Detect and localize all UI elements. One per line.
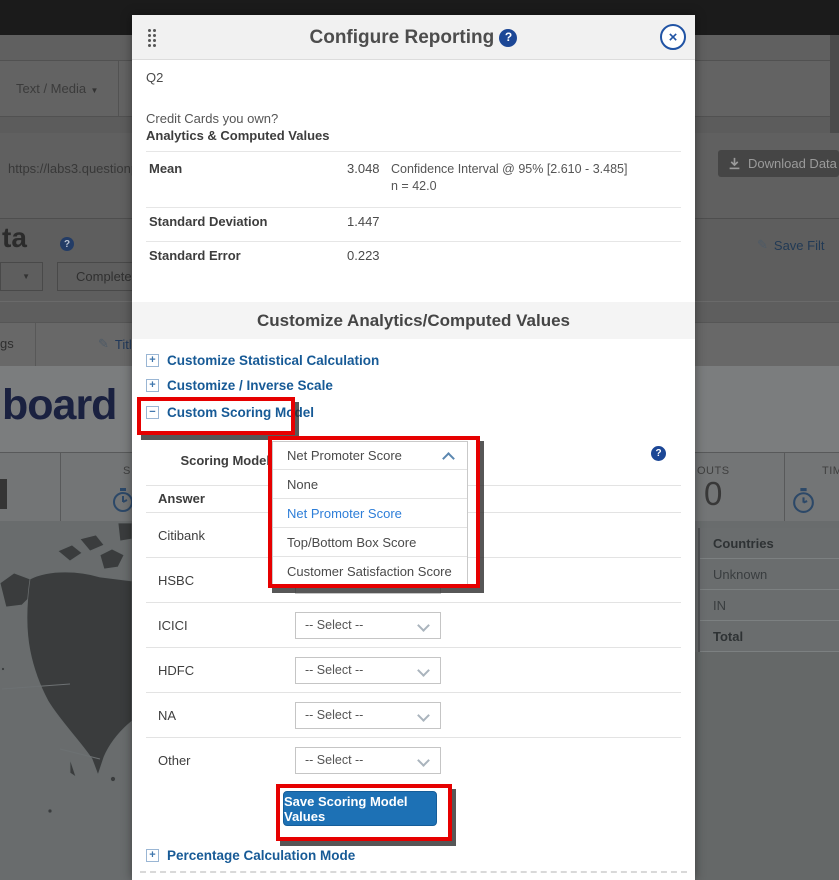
expander-statistical-calculation[interactable]: + Customize Statistical Calculation	[146, 353, 379, 368]
completed-label: Completed	[76, 269, 139, 284]
expander-inverse-scale[interactable]: + Customize / Inverse Scale	[146, 378, 333, 393]
scoring-model-dropdown: Net Promoter Score None Net Promoter Sco…	[272, 441, 468, 586]
stat-value-truncated	[0, 479, 7, 509]
stopwatch-icon	[790, 487, 817, 514]
modal-header: Configure Reporting ? ×	[132, 15, 695, 60]
started-label-truncated: S	[123, 465, 131, 477]
tab-settings-truncated[interactable]: gs	[0, 336, 14, 351]
tab-divider	[35, 323, 36, 366]
countries-header: Countries	[700, 528, 839, 559]
save-filter-label: Save Filt	[774, 238, 825, 253]
answer-label: ICICI	[146, 618, 295, 633]
answer-row-na: NA -- Select --	[146, 693, 681, 738]
divider	[146, 151, 681, 152]
selected-value: Net Promoter Score	[287, 448, 402, 463]
expander-custom-scoring-model[interactable]: − Custom Scoring Model	[146, 405, 314, 420]
close-icon[interactable]: ×	[660, 24, 686, 50]
score-select-icici[interactable]: -- Select --	[295, 612, 441, 639]
answer-row-other: Other -- Select --	[146, 738, 681, 782]
stat-value: 3.048	[347, 161, 383, 195]
save-scoring-model-button[interactable]: Save Scoring Model Values	[283, 791, 437, 826]
countries-panel: Countries Unknown IN Total	[698, 528, 839, 652]
stat-box-divider	[784, 453, 785, 521]
dashed-divider	[140, 871, 687, 873]
download-data-label: Download Data	[748, 156, 837, 171]
questionpro-dashboard: Text / Media ▼ https://labs3.questionpro…	[0, 0, 839, 880]
dropouts-value: 0	[704, 475, 722, 513]
expander-label: Customize / Inverse Scale	[167, 378, 333, 393]
score-select-na[interactable]: -- Select --	[295, 702, 441, 729]
scoring-model-select[interactable]: Net Promoter Score	[273, 442, 467, 469]
question-code: Q2	[146, 70, 163, 85]
countries-total-row: Total	[700, 621, 839, 652]
stat-label: Standard Deviation	[149, 214, 339, 229]
stat-label: Standard Error	[149, 248, 339, 263]
caret-down-icon: ▼	[91, 86, 99, 95]
dashboard-heading-truncated: board	[2, 381, 116, 430]
stat-note: Confidence Interval @ 95% [2.610 - 3.485…	[391, 161, 681, 195]
data-heading-truncated: ta	[2, 222, 27, 254]
answer-row-icici: ICICI -- Select --	[146, 603, 681, 648]
stat-label: Mean	[149, 161, 339, 195]
stat-value: 1.447	[347, 214, 383, 229]
drag-handle-icon[interactable]	[148, 29, 156, 47]
option-none[interactable]: None	[273, 469, 467, 498]
world-map	[0, 521, 132, 880]
country-row: Unknown	[700, 559, 839, 590]
scoring-model-label: Scoring Model	[162, 453, 270, 468]
stat-row: Standard Deviation 1.447	[146, 208, 681, 242]
option-customer-satisfaction-score[interactable]: Customer Satisfaction Score	[273, 556, 467, 585]
expander-label: Percentage Calculation Mode	[167, 848, 355, 863]
help-icon[interactable]: ?	[60, 237, 74, 251]
time-label-truncated: TIM	[822, 465, 839, 477]
backdrop-area	[695, 652, 839, 880]
chevron-up-icon	[442, 452, 455, 465]
option-net-promoter-score[interactable]: Net Promoter Score	[273, 498, 467, 527]
filter-dropdown[interactable]: ▼	[0, 262, 43, 291]
stat-row: Standard Error 0.223	[146, 242, 681, 275]
scrollbar[interactable]	[830, 35, 839, 133]
answer-row-hdfc: HDFC -- Select --	[146, 648, 681, 693]
download-data-button[interactable]: Download Data	[718, 150, 839, 177]
pencil-icon: ✎	[757, 237, 768, 253]
pencil-icon: ✎	[98, 336, 109, 352]
collapse-minus-icon: −	[146, 406, 159, 419]
expand-plus-icon: +	[146, 354, 159, 367]
chevron-down-icon	[417, 619, 430, 632]
stat-value: 0.223	[347, 248, 383, 263]
chevron-down-icon	[417, 754, 430, 767]
expander-label: Custom Scoring Model	[167, 405, 314, 420]
text-media-menu[interactable]: Text / Media ▼	[16, 80, 98, 98]
score-select-other[interactable]: -- Select --	[295, 747, 441, 774]
stat-box-divider	[60, 453, 61, 521]
customize-section-header: Customize Analytics/Computed Values	[132, 302, 695, 339]
analytics-values-header: Analytics & Computed Values	[146, 128, 330, 143]
expander-label: Customize Statistical Calculation	[167, 353, 379, 368]
score-select-hdfc[interactable]: -- Select --	[295, 657, 441, 684]
question-text: Credit Cards you own?	[146, 111, 278, 126]
caret-down-icon: ▼	[22, 272, 30, 281]
modal-title-row: Configure Reporting ?	[132, 15, 695, 60]
chevron-down-icon	[417, 709, 430, 722]
expand-plus-icon: +	[146, 849, 159, 862]
country-row: IN	[700, 590, 839, 621]
download-icon	[728, 157, 741, 170]
expander-percentage-calculation-mode[interactable]: + Percentage Calculation Mode	[146, 848, 355, 863]
answer-label: NA	[146, 708, 295, 723]
analytics-stats-table: Mean 3.048 Confidence Interval @ 95% [2.…	[146, 155, 681, 275]
answer-label: Other	[146, 753, 295, 768]
help-icon[interactable]: ?	[651, 446, 666, 461]
answer-label: HDFC	[146, 663, 295, 678]
survey-url-text: https://labs3.questionpro	[8, 161, 150, 176]
stat-row: Mean 3.048 Confidence Interval @ 95% [2.…	[146, 155, 681, 208]
option-top-bottom-box-score[interactable]: Top/Bottom Box Score	[273, 527, 467, 556]
expand-plus-icon: +	[146, 379, 159, 392]
help-icon[interactable]: ?	[499, 29, 517, 47]
toolbar-divider	[118, 61, 119, 116]
text-media-label: Text / Media	[16, 81, 86, 96]
chevron-down-icon	[417, 664, 430, 677]
configure-reporting-modal: Configure Reporting ? × Q2 Credit Cards …	[132, 15, 695, 880]
modal-title: Configure Reporting	[310, 27, 495, 48]
save-filter-link[interactable]: ✎ Save Filt	[757, 237, 824, 253]
